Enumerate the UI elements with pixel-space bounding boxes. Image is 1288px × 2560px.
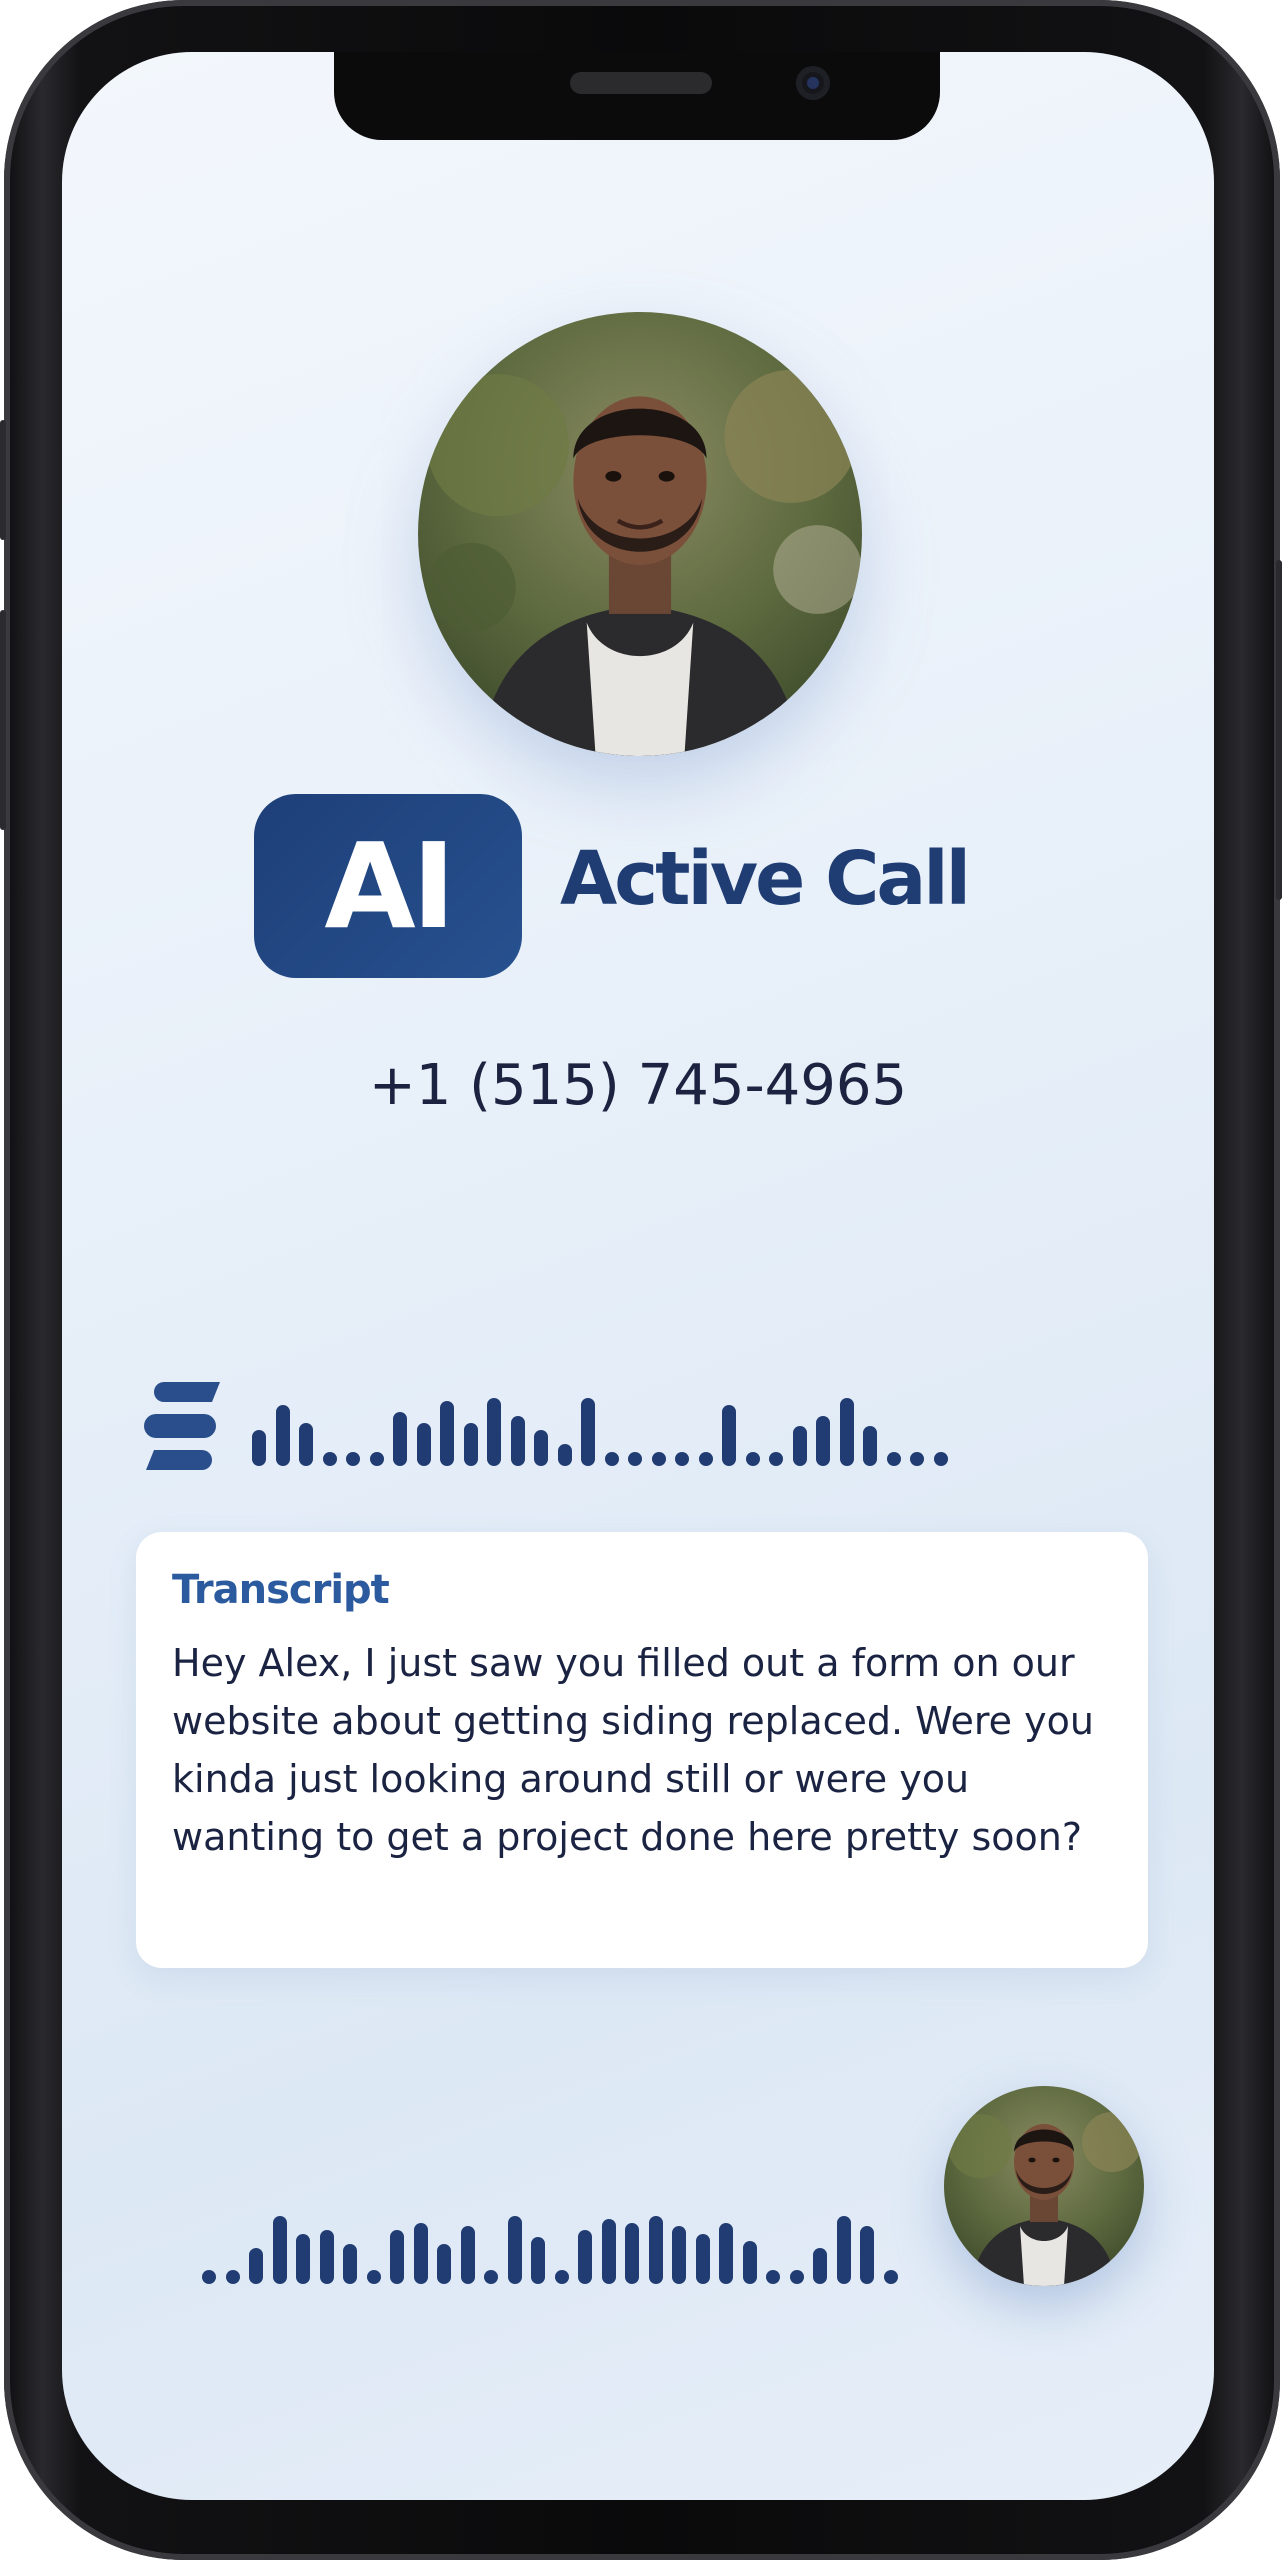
waveform-bar [813, 2248, 827, 2284]
waveform-bar [319, 2230, 334, 2284]
waveform-bar [839, 1398, 854, 1466]
transcript-label: Transcript [172, 1567, 390, 1613]
waveform-bar [413, 2223, 428, 2284]
waveform-bar [437, 2244, 451, 2284]
waveform-bar [531, 2237, 545, 2284]
waveform-bar [722, 1405, 736, 1466]
waveform-bar [910, 1452, 924, 1466]
side-button-left-top [0, 420, 6, 540]
waveform-bar [695, 2234, 710, 2284]
waveform-bar [886, 1452, 901, 1466]
waveform-bar [510, 1416, 525, 1466]
waveform-bar [792, 1426, 807, 1466]
waveform-bar [628, 1452, 642, 1466]
waveform-bar [766, 2270, 780, 2284]
waveform-bar [440, 1401, 454, 1466]
waveform-bar [860, 2226, 874, 2284]
waveform-bar [393, 1412, 407, 1466]
caller-phone-number: +1 (515) 745-4965 [368, 1053, 908, 1118]
call-status-title: Active Call [560, 836, 971, 922]
waveform-bar [249, 2248, 263, 2284]
waveform-bar [296, 2234, 310, 2284]
waveform-bar [789, 2270, 804, 2284]
waveform-bar [836, 2216, 851, 2284]
waveform-bar [557, 1444, 572, 1466]
waveform-bar [601, 2219, 616, 2284]
waveform-bar [275, 1405, 290, 1466]
waveform-bar [416, 1423, 431, 1466]
ai-badge-label: AI [324, 817, 455, 955]
waveform-bar [883, 2270, 898, 2284]
waveform-bar [578, 2230, 592, 2284]
caller-photo [418, 312, 862, 756]
waveform-bar [225, 2270, 240, 2284]
caller-avatar [418, 312, 862, 756]
waveform-bar [672, 2226, 686, 2284]
waveform-bar [343, 2244, 357, 2284]
side-button-right [1276, 560, 1282, 900]
waveform-bar [625, 2223, 639, 2284]
waveform-bar [272, 2216, 287, 2284]
waveform-bar [816, 1416, 830, 1466]
waveform-bar [463, 1423, 478, 1466]
waveform-bar [675, 1452, 689, 1466]
waveform-bar [366, 2270, 381, 2284]
waveform-bar [651, 1452, 666, 1466]
transcript-text: Hey Alex, I just saw you filled out a fo… [172, 1641, 1094, 1859]
waveform-bar [745, 1452, 760, 1466]
waveform-bar [346, 1452, 360, 1466]
waveform-bar [863, 1426, 877, 1466]
phone-screen: AI Active Call +1 (515) 745-4965 Transcr… [62, 52, 1214, 2500]
caller-avatar-small [944, 2086, 1144, 2286]
waveform-bar [742, 2241, 757, 2284]
waveform-bar [534, 1430, 548, 1466]
ai-badge: AI [254, 794, 522, 978]
caller-voice-waveform-icon [202, 2212, 952, 2284]
waveform-bar [202, 2270, 216, 2284]
ai-voice-waveform-icon [252, 1394, 1002, 1466]
waveform-bar [299, 1423, 313, 1466]
waveform-bar [390, 2230, 404, 2284]
waveform-bar [484, 2270, 498, 2284]
waveform-bar [581, 1398, 595, 1466]
waveform-bar [460, 2226, 475, 2284]
notch [334, 52, 940, 140]
waveform-bar [648, 2216, 663, 2284]
waveform-bar [719, 2223, 733, 2284]
caller-photo-small [944, 2086, 1144, 2286]
speaker-grille [570, 72, 712, 94]
waveform-bar [252, 1430, 266, 1466]
waveform-bar [769, 1452, 783, 1466]
waveform-bar [322, 1452, 337, 1466]
waveform-bar [554, 2270, 569, 2284]
waveform-bar [698, 1452, 713, 1466]
waveform-bar [933, 1452, 948, 1466]
waveform-bar [487, 1398, 501, 1466]
transcript-card: Transcript Hey Alex, I just saw you fill… [136, 1532, 1148, 1968]
waveform-bar [604, 1452, 619, 1466]
waveform-bar [369, 1452, 384, 1466]
waveform-bar [507, 2216, 522, 2284]
brand-s-logo-icon [144, 1382, 220, 1470]
side-button-left-bottom [0, 610, 6, 830]
front-camera-icon [796, 66, 830, 100]
